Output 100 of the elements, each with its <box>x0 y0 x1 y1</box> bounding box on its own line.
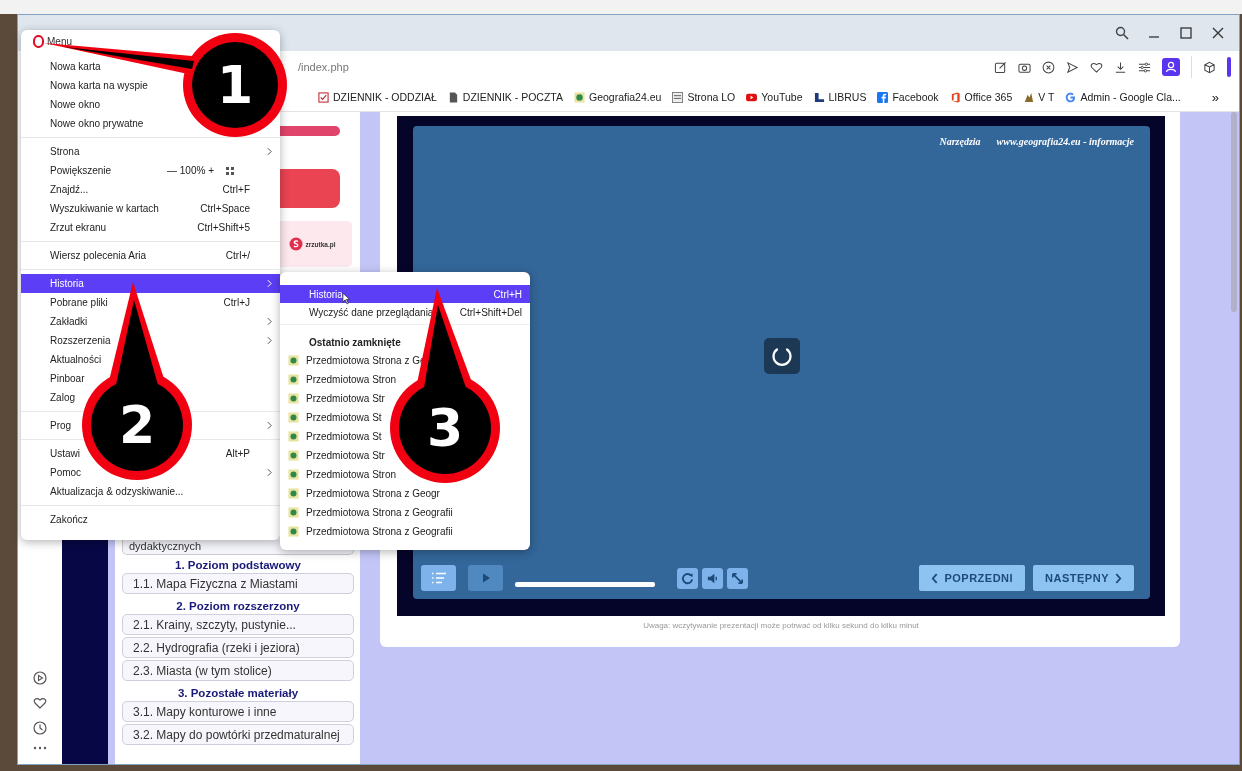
scrollbar[interactable] <box>1231 112 1237 312</box>
menu-item[interactable]: Nowa karta na wyspie <box>21 76 158 95</box>
menu-item[interactable]: Aktualizacja & odzyskiwanie... <box>21 482 194 501</box>
menu-title: Menu <box>47 36 72 47</box>
recent-page-item[interactable]: Przedmiotowa Strona z Geogr <box>280 484 530 503</box>
loading-spinner-icon <box>763 338 800 374</box>
more-bookmarks-button[interactable]: » <box>1211 89 1219 105</box>
clock-icon[interactable] <box>33 721 47 735</box>
heart-icon[interactable] <box>1090 60 1103 74</box>
bookmark[interactable]: Admin - Google Cla... <box>1065 91 1181 103</box>
settings-icon[interactable] <box>1138 60 1151 74</box>
header-link[interactable]: Narzędzia <box>939 136 981 147</box>
close-icon[interactable] <box>1211 26 1225 40</box>
search-icon[interactable] <box>1115 26 1129 40</box>
favicon-icon <box>288 469 299 480</box>
nav-link[interactable]: 2.2. Hydrografia (rzeki i jeziora) <box>122 637 354 658</box>
favicon-icon <box>288 393 299 404</box>
header-link[interactable]: www.geografia24.eu - informacje <box>996 136 1134 147</box>
sidebar-toggle[interactable] <box>1227 57 1231 77</box>
next-button[interactable]: NASTĘPNY <box>1033 565 1134 591</box>
block-icon[interactable] <box>1042 60 1055 74</box>
favicon-icon <box>288 355 299 366</box>
section-heading: 3. Pozostałe materiały <box>176 686 300 701</box>
menu-item[interactable]: Strona <box>21 142 280 161</box>
menu-item[interactable]: Zakończ <box>21 510 98 529</box>
bookmark[interactable]: Strona LO <box>672 91 736 103</box>
coin-icon <box>288 237 303 251</box>
favicon-icon <box>1065 91 1077 103</box>
chevron-right-icon <box>1115 572 1122 584</box>
recent-page-item[interactable]: Przedmiotowa Strona z Geografii <box>280 503 530 522</box>
favicon-icon <box>288 374 299 385</box>
mouse-pointer-icon <box>342 292 351 305</box>
nav-link[interactable]: 3.1. Mapy konturowe i inne <box>122 701 354 722</box>
favicon-icon <box>949 91 961 103</box>
bookmark[interactable]: Geografia24.eu <box>574 91 662 103</box>
bookmark[interactable]: LIBRUS <box>813 91 867 103</box>
bookmark[interactable]: DZIENNIK - POCZTA <box>447 91 563 103</box>
menu-item[interactable]: Zakładki <box>21 312 280 331</box>
play-button[interactable] <box>468 565 503 591</box>
bookmark[interactable]: DZIENNIK - ODDZIAŁ <box>318 91 437 103</box>
loading-note: Uwaga: wczytywanie prezentacji może potrwać od kilku sekund do kilku minut <box>642 620 920 630</box>
favicon-icon <box>574 91 585 103</box>
edit-icon[interactable] <box>994 60 1007 74</box>
menu-item[interactable]: Historia <box>21 274 280 293</box>
favicon-icon <box>288 488 299 499</box>
profile-icon[interactable] <box>1162 58 1180 76</box>
nav-link[interactable]: 2.1. Krainy, szczyty, pustynie... <box>122 614 354 635</box>
fullscreen-button[interactable] <box>727 567 748 589</box>
nav-link[interactable]: 3.2. Mapy do powtórki przedmaturalnej <box>122 724 354 745</box>
favicon-icon <box>318 91 329 103</box>
fullscreen-icon <box>731 571 744 585</box>
more-icon[interactable] <box>33 746 47 750</box>
maximize-icon[interactable] <box>1179 26 1193 40</box>
previous-button[interactable]: POPRZEDNI <box>919 565 1026 591</box>
menu-item[interactable]: Znajdź... Ctrl+F <box>21 180 280 199</box>
favicon-icon <box>1023 91 1035 103</box>
heart-icon[interactable] <box>33 696 47 710</box>
cube-icon[interactable] <box>1203 60 1216 74</box>
speaker-icon <box>706 571 719 585</box>
bookmark[interactable]: YouTube <box>746 91 803 103</box>
menu-item[interactable]: Nowe okno prywatne <box>21 114 154 133</box>
bookmark[interactable]: Facebook <box>877 91 939 103</box>
menu-item[interactable]: Rozszerzenia <box>21 331 280 350</box>
menu-item[interactable]: Historia Ctrl+H <box>280 285 530 303</box>
nav-link[interactable]: 1.1. Mapa Fizyczna z Miastami <box>122 573 354 594</box>
callout-number: 1 <box>216 55 254 115</box>
favicon-icon <box>288 526 299 537</box>
section-heading: 1. Poziom podstawowy <box>174 558 302 573</box>
menu-item[interactable]: Pobrane pliki Ctrl+J <box>21 293 280 312</box>
mute-button[interactable] <box>702 567 723 589</box>
favicon-icon <box>746 91 758 103</box>
download-icon[interactable] <box>1114 60 1127 74</box>
menu-item[interactable]: Wyszukiwanie w kartach Ctrl+Space <box>21 199 280 218</box>
list-icon <box>430 572 447 584</box>
menu-item[interactable]: Powiększenie — 100% + <box>21 161 280 180</box>
section-heading: 2. Poziom rozszerzony <box>175 599 301 614</box>
menu-item[interactable]: Pinboar <box>21 369 95 388</box>
replay-button[interactable] <box>677 567 698 589</box>
play-icon[interactable] <box>33 671 47 685</box>
favicon-icon <box>288 507 299 518</box>
fullscreen-icon[interactable] <box>226 166 234 175</box>
menu-item[interactable]: Aktualności <box>21 350 112 369</box>
menu-item[interactable]: Zalog <box>21 388 85 407</box>
menu-item[interactable]: Nowe okno <box>21 95 111 114</box>
replay-icon <box>681 571 694 585</box>
bookmark[interactable]: V T <box>1023 91 1055 103</box>
nav-link[interactable]: 2.3. Miasta (w tym stolice) <box>122 660 354 681</box>
browser-logo-icon <box>33 35 44 48</box>
favicon-icon <box>288 431 299 442</box>
menu-item[interactable]: Nowa karta <box>21 57 111 76</box>
bookmark[interactable]: Office 365 <box>949 91 1013 103</box>
recent-page-item[interactable]: Przedmiotowa Strona z Geografii <box>280 522 530 541</box>
progress-track[interactable] <box>515 581 655 587</box>
menu-item[interactable]: Pomoc <box>21 463 280 482</box>
favicon-icon <box>447 91 459 103</box>
recent-page-item[interactable]: Przedmiotowa Stron <box>280 370 530 389</box>
send-icon[interactable] <box>1066 60 1079 74</box>
address-field[interactable]: /index.php <box>298 61 994 73</box>
favicon-icon <box>877 91 889 103</box>
recent-page-item[interactable]: Przedmiotowa Stron <box>280 465 530 484</box>
